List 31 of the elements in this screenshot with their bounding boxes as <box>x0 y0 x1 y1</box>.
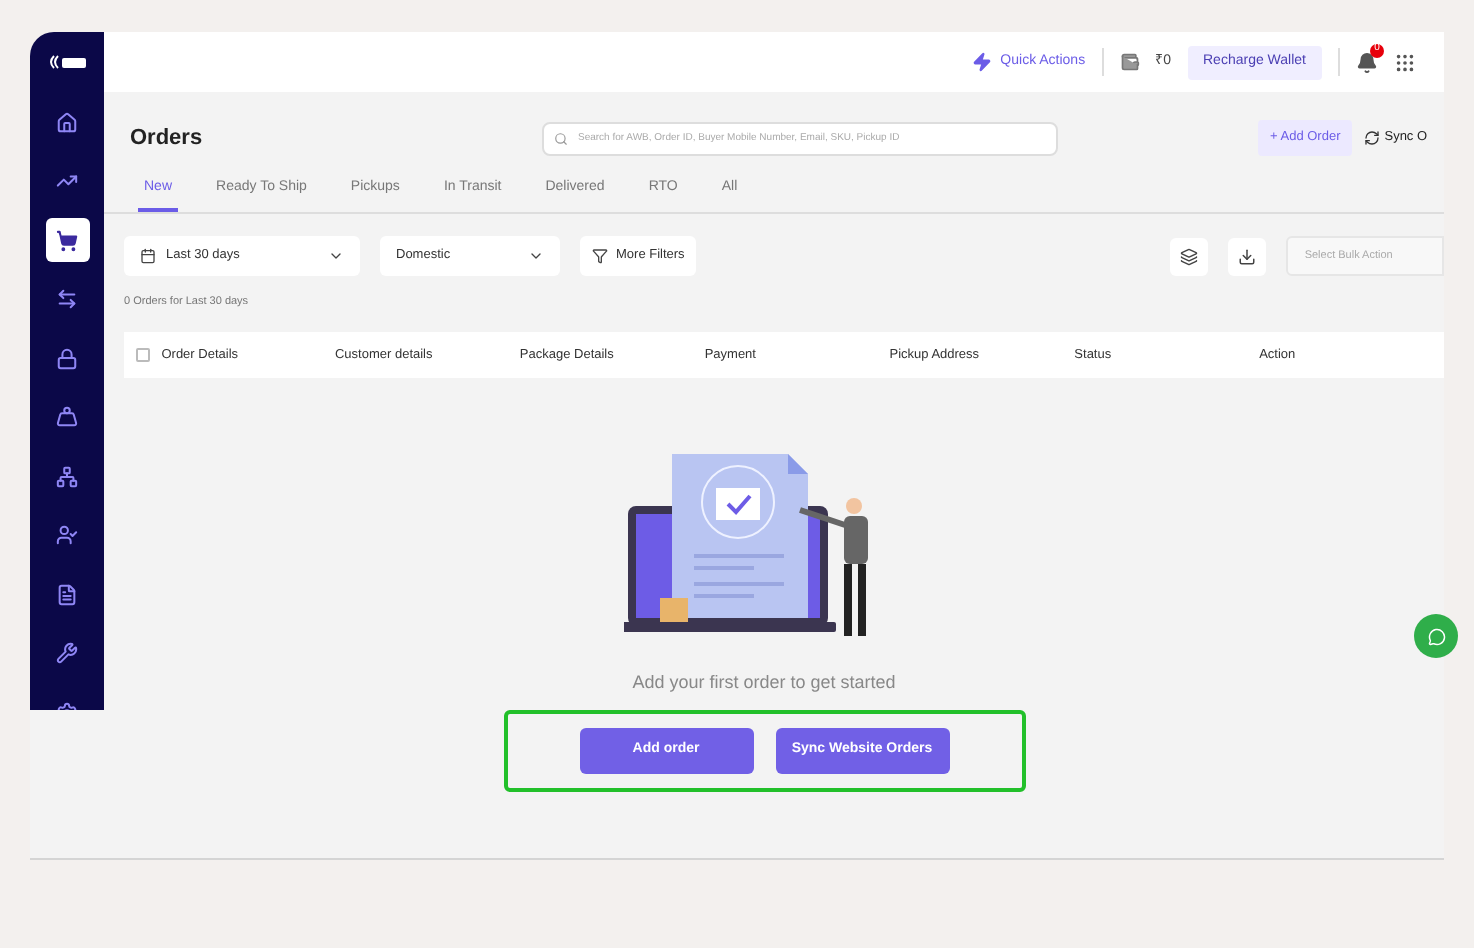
home-icon <box>56 111 78 133</box>
chart-icon <box>56 170 78 192</box>
filter-icon <box>592 248 608 264</box>
wallet-icon <box>1119 52 1140 72</box>
empty-state-message: Add your first order to get started <box>632 670 896 697</box>
lock-icon <box>56 347 78 369</box>
calendar-icon <box>140 248 156 264</box>
stack-button[interactable] <box>1170 237 1209 275</box>
apps-grid-icon[interactable] <box>1394 51 1416 73</box>
chat-button[interactable] <box>1414 614 1458 658</box>
download-button[interactable] <box>1228 237 1267 275</box>
transfer-icon <box>56 288 78 310</box>
page-title: Orders <box>130 123 205 154</box>
download-icon <box>1238 247 1257 265</box>
chat-icon <box>1427 627 1445 645</box>
user-check-icon <box>56 524 78 546</box>
select-all-checkbox[interactable] <box>136 348 150 363</box>
cart-icon <box>56 229 78 251</box>
chevron-down-icon <box>328 248 344 264</box>
logo-icon <box>47 52 87 72</box>
network-icon <box>56 465 78 487</box>
sync-icon <box>1364 130 1381 146</box>
document-icon <box>56 583 78 605</box>
notification-bell-icon[interactable] <box>1356 51 1378 73</box>
layers-icon <box>1180 247 1199 265</box>
lightning-icon <box>972 52 993 72</box>
search-icon <box>554 131 568 145</box>
tools-icon <box>56 642 78 664</box>
weight-icon <box>56 406 78 428</box>
chevron-down-icon <box>528 248 544 264</box>
sidebar-nav-item[interactable] <box>45 218 89 262</box>
